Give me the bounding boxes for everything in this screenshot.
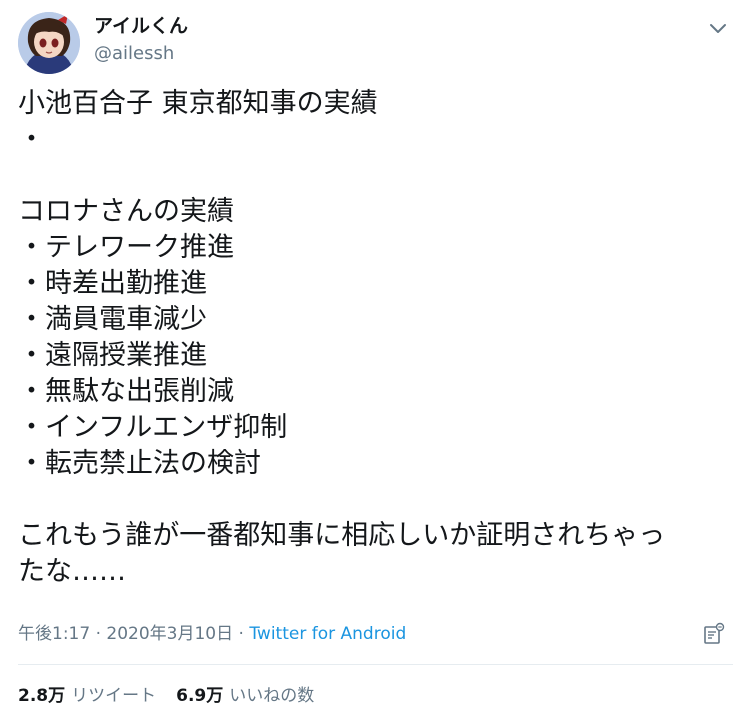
tweet-time[interactable]: 午後1:17 [18,624,90,644]
tweet-line [18,482,733,518]
divider [18,664,733,665]
tweet-source-link[interactable]: Twitter for Android [249,624,406,644]
chevron-down-icon[interactable] [706,16,730,40]
tweet-line: ・転売禁止法の検討 [18,448,261,479]
user-handle[interactable]: @ailessh [94,42,174,66]
tweet-line: コロナさんの実績 [18,196,234,227]
likes-stat[interactable]: 6.9万 いいねの数 [176,684,314,708]
tweet-text: 小池百合子 東京都知事の実績 ・ コロナさんの実績 ・テレワーク推進 ・時差出勤… [18,86,733,590]
tweet-line: ・テレワーク推進 [18,232,234,263]
tweet-line: ・満員電車減少 [18,304,207,335]
tweet-line: ・ [18,124,45,155]
likes-label: いいねの数 [229,686,315,706]
retweets-stat[interactable]: 2.8万 リツイート [18,684,156,708]
tweet-line: 小池百合子 東京都知事の実績 [18,88,378,119]
tweet-date[interactable]: 2020年3月10日 [106,624,233,644]
likes-count: 6.9万 [176,686,224,706]
tweet-line: たな…… [18,556,126,587]
tweet-line: ・遠隔授業推進 [18,340,207,371]
avatar-image [18,12,80,74]
analytics-icon[interactable] [702,622,726,646]
avatar[interactable] [18,12,80,74]
tweet-line: これもう誰が一番都知事に相応しいか証明されちゃっ [18,520,666,551]
tweet-line: ・インフルエンザ抑制 [18,412,288,443]
tweet-line: ・時差出勤推進 [18,268,207,299]
retweets-label: リツイート [71,686,157,706]
engagement-stats: 2.8万 リツイート 6.9万 いいねの数 [18,684,334,708]
retweets-count: 2.8万 [18,686,66,706]
meta-separator: · [233,624,250,644]
tweet-meta: 午後1:17 · 2020年3月10日 · Twitter for Androi… [18,622,406,646]
tweet-line: ・無駄な出張削減 [18,376,234,407]
meta-separator: · [90,624,107,644]
tweet-line [18,158,733,194]
display-name[interactable]: アイルくん [94,14,188,38]
